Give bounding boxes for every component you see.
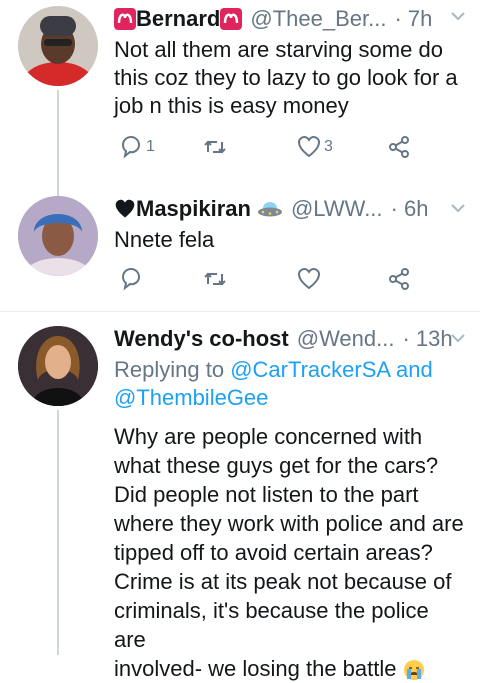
retweet-icon <box>204 272 226 286</box>
thread-line <box>57 410 59 655</box>
display-name-text: Maspikiran <box>136 196 251 221</box>
text-line: Crime is at its peak not because of <box>114 569 452 594</box>
text-line: involved- we losing the battle <box>114 656 397 681</box>
handle[interactable]: @LWW... <box>291 196 383 222</box>
display-name[interactable]: Maspikiran <box>114 196 251 222</box>
avatar[interactable] <box>18 326 98 406</box>
text-line: criminals, it's because the police are <box>114 598 429 652</box>
like-icon <box>297 135 321 158</box>
like-button[interactable] <box>296 266 322 292</box>
reply-icon <box>121 135 141 159</box>
timestamp[interactable]: · 6h <box>391 196 429 222</box>
like-count: 3 <box>324 138 333 155</box>
text-line: Why are people concerned with <box>114 424 423 449</box>
retweet-icon <box>204 140 226 154</box>
black-heart-icon <box>115 199 135 218</box>
reply-button[interactable] <box>118 266 144 292</box>
display-name[interactable]: Wendy's co-host <box>114 326 289 352</box>
share-button[interactable] <box>386 266 412 292</box>
tweet-text: Not all them are starving some do this c… <box>114 36 466 120</box>
reply-count: 1 <box>146 138 155 155</box>
reply-icon <box>121 267 141 291</box>
mention-link[interactable]: @ThembileGee <box>114 385 268 410</box>
chevron-down-icon[interactable] <box>450 330 466 346</box>
thread-line <box>57 90 59 180</box>
chevron-down-icon[interactable] <box>450 200 466 216</box>
text-line: Did people not listen to the part <box>114 482 419 507</box>
retweet-button[interactable] <box>202 134 228 160</box>
mention-link[interactable]: @CarTrackerSA <box>230 357 390 382</box>
handle[interactable]: @Thee_Ber... <box>250 6 386 32</box>
tweet-header: Bernard @Thee_Ber... · 7h <box>114 4 472 34</box>
text-line: Nnete fela <box>114 227 215 252</box>
aries-icon <box>220 8 243 30</box>
tweet-wendys-cohost[interactable]: Wendy's co-host @Wend... · 13h Replying … <box>0 312 480 681</box>
reply-button[interactable]: 1 <box>118 134 155 160</box>
share-button[interactable] <box>386 134 412 160</box>
share-icon <box>389 136 409 158</box>
share-icon <box>389 268 409 290</box>
tweet-text: Why are people concerned with what these… <box>114 422 466 683</box>
like-button[interactable]: 3 <box>296 134 333 160</box>
replying-to-label: Replying to <box>114 357 231 382</box>
text-line: this coz they to lazy to go look for a <box>114 65 458 90</box>
text-line: where they work with police and are <box>114 511 464 536</box>
crying-face-icon <box>403 660 424 681</box>
tweet-actions <box>114 266 414 296</box>
tweet-header: Wendy's co-host @Wend... · 13h <box>114 324 472 354</box>
handle[interactable]: @Wend... <box>297 326 395 352</box>
timestamp[interactable]: · 13h <box>402 326 452 352</box>
display-name-text: Bernard <box>136 6 221 31</box>
like-icon <box>297 267 321 290</box>
text-line-last: involved- we losing the battle <box>114 654 466 683</box>
tweet-header: Maspikiran @LWW... · 6h <box>114 194 472 224</box>
thread-line <box>57 180 59 196</box>
aries-icon <box>114 8 136 30</box>
mention-and: and <box>389 357 433 382</box>
text-line: job n this is easy money <box>114 93 349 118</box>
avatar[interactable] <box>18 6 98 86</box>
timestamp[interactable]: · 7h <box>394 6 432 32</box>
tweet-maspikiran[interactable]: Maspikiran @LWW... · 6h Nnete fela <box>0 180 480 310</box>
text-line: Not all them are starving some do <box>114 37 443 62</box>
display-name-text: Wendy's co-host <box>114 326 289 351</box>
tweet-text: Nnete fela <box>114 226 466 254</box>
chevron-down-icon[interactable] <box>450 8 466 24</box>
flying-saucer-icon <box>257 202 282 217</box>
tweet-actions: 1 3 <box>114 134 414 164</box>
text-line: tipped off to avoid certain areas? <box>114 540 433 565</box>
avatar[interactable] <box>18 196 98 276</box>
text-line: what these guys get for the cars? <box>114 453 439 478</box>
tweet-bernard[interactable]: Bernard @Thee_Ber... · 7h Not all them a… <box>0 0 480 180</box>
display-name[interactable]: Bernard <box>114 6 243 32</box>
reply-context: Replying to @CarTrackerSA and @ThembileG… <box>114 356 466 412</box>
retweet-button[interactable] <box>202 266 228 292</box>
